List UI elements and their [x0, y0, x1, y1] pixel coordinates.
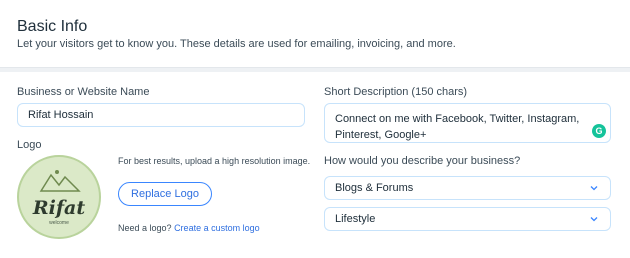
short-description-label: Short Description (150 chars) [324, 86, 468, 98]
logo-label: Logo [17, 139, 42, 151]
replace-logo-button[interactable]: Replace Logo [118, 182, 212, 206]
section-title: Basic Info [17, 18, 88, 35]
business-type-question: How would you describe your business? [324, 155, 521, 167]
short-description-textarea[interactable]: Connect on me with Facebook, Twitter, In… [324, 103, 611, 143]
logo-brand-sub: welcome [49, 220, 69, 226]
business-category-value: Blogs & Forums [335, 182, 414, 194]
logo-hint: For best results, upload a high resoluti… [118, 156, 311, 166]
business-category-select[interactable]: Blogs & Forums [324, 176, 611, 200]
business-name-value: Rifat Hossain [28, 109, 94, 121]
need-logo-line: Need a logo? Create a custom logo [118, 223, 260, 233]
business-name-input[interactable]: Rifat Hossain [17, 103, 305, 127]
basic-info-header: Basic Info Let your visitors get to know… [0, 0, 630, 68]
short-description-line-1: Connect on me with Facebook, Twitter, In… [335, 113, 580, 125]
chevron-down-icon [590, 186, 598, 191]
grammarly-icon[interactable]: G [592, 124, 606, 138]
chevron-down-icon [590, 217, 598, 222]
section-subtitle: Let your visitors get to know you. These… [17, 38, 456, 50]
logo-brand-text: Rifat [32, 197, 86, 219]
business-subcategory-value: Lifestyle [335, 213, 376, 225]
create-logo-link[interactable]: Create a custom logo [174, 223, 260, 233]
short-description-line-2: Pinterest, Google+ [335, 129, 427, 141]
business-subcategory-select[interactable]: Lifestyle [324, 207, 611, 231]
business-name-label: Business or Website Name [17, 86, 150, 98]
need-logo-text: Need a logo? [118, 223, 172, 233]
logo-image: Rifat welcome [17, 155, 101, 239]
